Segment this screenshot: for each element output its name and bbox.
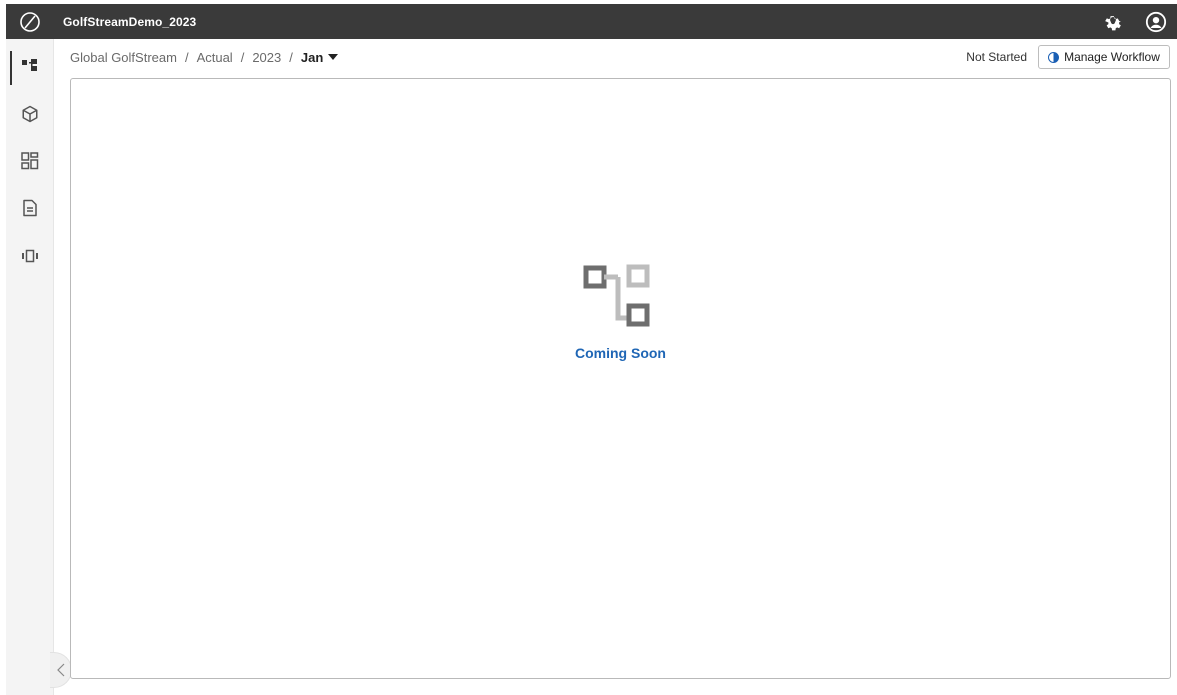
hierarchy-icon	[22, 59, 37, 71]
oracle-epm-logo[interactable]	[6, 4, 53, 39]
carousel-icon	[22, 249, 38, 263]
period-dropdown[interactable]: Jan	[300, 49, 339, 65]
breadcrumb-separator: /	[184, 49, 189, 65]
sidebar-item-carousel[interactable]	[6, 236, 54, 276]
sidebar-item-hierarchy[interactable]	[6, 45, 54, 85]
cube-icon	[22, 105, 38, 123]
coming-soon-message: Coming Soon	[575, 345, 666, 361]
hierarchy-icon	[583, 264, 649, 327]
gear-icon[interactable]	[1091, 4, 1134, 39]
half-circle-icon	[1048, 51, 1060, 63]
sidebar-item-cube[interactable]	[6, 94, 54, 134]
manage-workflow-label: Manage Workflow	[1064, 50, 1160, 64]
app-title: GolfStreamDemo_2023	[63, 14, 197, 29]
breadcrumb-item[interactable]: Global GolfStream	[70, 50, 177, 65]
sidebar-item-dashboard[interactable]	[6, 141, 54, 181]
breadcrumb-item[interactable]: 2023	[252, 50, 281, 65]
dashboard-icon	[21, 152, 39, 170]
empty-state: Coming Soon	[71, 261, 1170, 361]
left-sidebar	[6, 39, 54, 695]
breadcrumb-item[interactable]: Actual	[197, 50, 233, 65]
chevron-left-icon	[56, 663, 64, 677]
header-actions	[1091, 4, 1177, 39]
sidebar-item-document[interactable]	[6, 188, 54, 228]
breadcrumb: Global GolfStream / Actual / 2023 / Jan	[70, 47, 339, 67]
caret-down-icon	[328, 54, 339, 60]
collapse-sidebar-button[interactable]	[50, 652, 72, 688]
breadcrumb-separator: /	[240, 49, 245, 65]
workflow-status: Not Started	[966, 50, 1027, 64]
breadcrumb-current: Jan	[300, 49, 324, 65]
main-panel: Coming Soon	[70, 78, 1171, 679]
top-bar: GolfStreamDemo_2023	[6, 4, 1177, 39]
user-avatar-icon[interactable]	[1134, 4, 1177, 39]
document-icon	[23, 199, 37, 217]
manage-workflow-button[interactable]: Manage Workflow	[1038, 45, 1170, 69]
breadcrumb-separator: /	[289, 49, 293, 65]
